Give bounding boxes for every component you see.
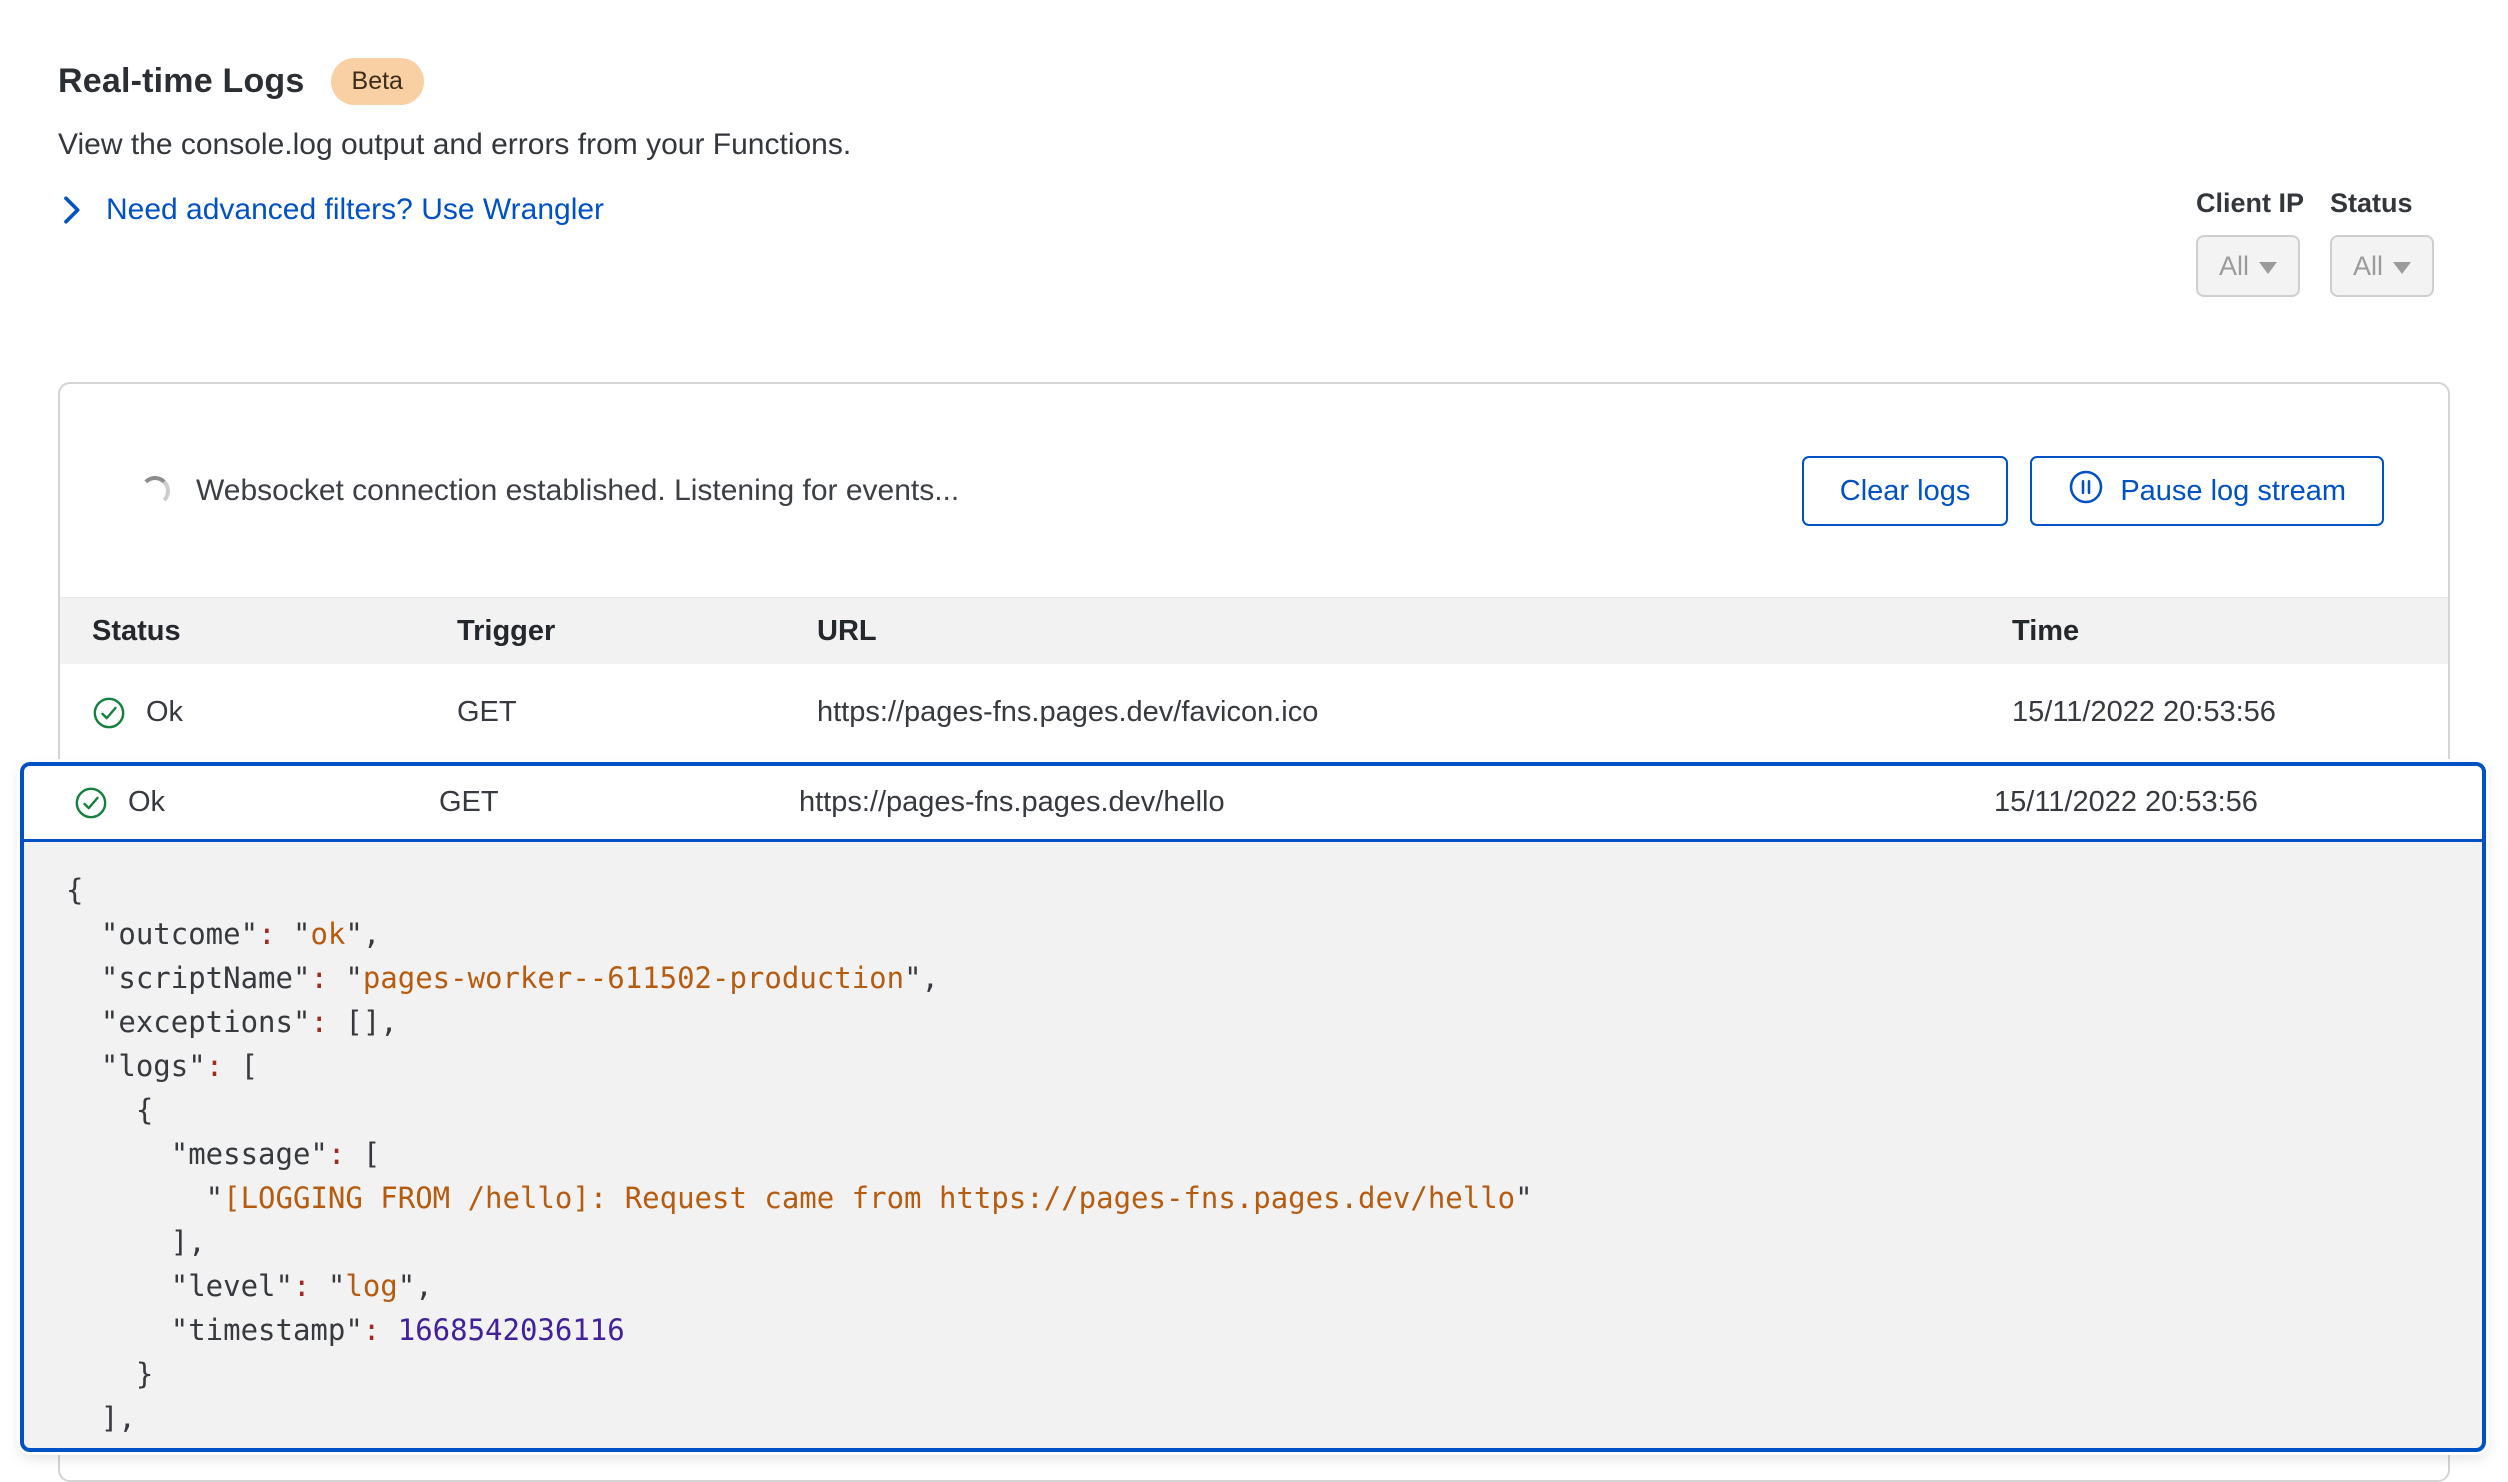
col-header-url: URL bbox=[817, 615, 2012, 648]
connection-status: Websocket connection established. Listen… bbox=[140, 384, 959, 597]
row-url: https://pages-fns.pages.dev/hello bbox=[799, 786, 1994, 819]
filter-status: Status All bbox=[2330, 188, 2434, 297]
row-status-text: Ok bbox=[146, 696, 183, 729]
log-filters: Client IP All Status All bbox=[2196, 188, 2434, 297]
client-ip-value: All bbox=[2219, 251, 2249, 282]
col-header-trigger: Trigger bbox=[457, 615, 817, 648]
client-ip-dropdown[interactable]: All bbox=[2196, 235, 2300, 297]
pause-log-stream-button[interactable]: Pause log stream bbox=[2030, 456, 2384, 526]
status-dropdown[interactable]: All bbox=[2330, 235, 2434, 297]
caret-down-icon bbox=[2393, 262, 2411, 274]
expanded-log-entry: Ok GET https://pages-fns.pages.dev/hello… bbox=[20, 762, 2486, 1452]
col-header-time: Time bbox=[2012, 615, 2416, 648]
status-label: Status bbox=[2330, 188, 2434, 219]
log-table-header: Status Trigger URL Time bbox=[60, 597, 2448, 664]
client-ip-label: Client IP bbox=[2196, 188, 2304, 219]
loading-spinner-icon bbox=[140, 476, 170, 506]
log-actions: Clear logs Pause log stream bbox=[1802, 456, 2384, 526]
page-title: Real-time Logs bbox=[58, 62, 305, 101]
filter-client-ip: Client IP All bbox=[2196, 188, 2304, 297]
status-value: All bbox=[2353, 251, 2383, 282]
table-row[interactable]: Ok GET https://pages-fns.pages.dev/favic… bbox=[60, 664, 2448, 762]
table-row-selected[interactable]: Ok GET https://pages-fns.pages.dev/hello… bbox=[24, 766, 2482, 842]
check-circle-icon bbox=[74, 786, 108, 820]
caret-down-icon bbox=[2259, 262, 2277, 274]
row-status-cell: Ok bbox=[74, 786, 439, 820]
wrangler-filters-link[interactable]: Need advanced filters? Use Wrangler bbox=[58, 193, 604, 227]
log-panel-statusbar: Websocket connection established. Listen… bbox=[60, 384, 2448, 597]
clear-logs-button[interactable]: Clear logs bbox=[1802, 456, 2009, 526]
col-header-status: Status bbox=[92, 615, 457, 648]
pause-log-stream-label: Pause log stream bbox=[2120, 475, 2346, 508]
chevron-right-icon bbox=[58, 195, 84, 225]
row-url: https://pages-fns.pages.dev/favicon.ico bbox=[817, 696, 2012, 729]
page-description: View the console.log output and errors f… bbox=[58, 128, 851, 162]
row-status-cell: Ok bbox=[92, 696, 457, 730]
wrangler-link-label: Need advanced filters? Use Wrangler bbox=[106, 193, 604, 227]
row-time: 15/11/2022 20:53:56 bbox=[1994, 786, 2432, 819]
row-trigger: GET bbox=[439, 786, 799, 819]
row-trigger: GET bbox=[457, 696, 817, 729]
beta-badge: Beta bbox=[331, 58, 424, 105]
row-status-text: Ok bbox=[128, 786, 165, 819]
clear-logs-label: Clear logs bbox=[1840, 475, 1971, 508]
page-header: Real-time Logs Beta bbox=[58, 58, 424, 105]
log-json: { "outcome": "ok", "scriptName": "pages-… bbox=[24, 842, 2482, 1452]
connection-status-text: Websocket connection established. Listen… bbox=[196, 474, 959, 508]
row-time: 15/11/2022 20:53:56 bbox=[2012, 696, 2416, 729]
check-circle-icon bbox=[92, 696, 126, 730]
pause-circle-icon bbox=[2068, 469, 2104, 513]
